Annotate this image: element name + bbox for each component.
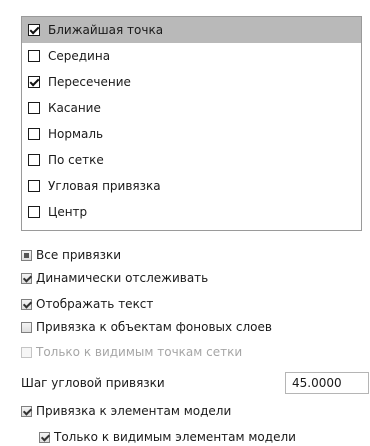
checkbox-intersection[interactable]: [28, 76, 40, 88]
background-layers-label: Привязка к объектам фоновых слоев: [36, 320, 272, 334]
list-item-label: Касание: [48, 101, 101, 115]
list-item-label: По сетке: [48, 153, 104, 167]
list-item-angle-snap[interactable]: Угловая привязка: [22, 173, 361, 199]
checkbox-center[interactable]: [28, 206, 40, 218]
visible-model-only-checkbox[interactable]: [39, 431, 50, 443]
all-snaps-option[interactable]: Все привязки: [21, 246, 121, 264]
snap-types-list[interactable]: Ближайшая точка Середина Пересечение Кас…: [21, 16, 362, 231]
list-item-tangent[interactable]: Касание: [22, 95, 361, 121]
background-layers-checkbox[interactable]: [21, 321, 32, 333]
list-item-intersection[interactable]: Пересечение: [22, 69, 361, 95]
checkbox-midpoint[interactable]: [28, 50, 40, 62]
show-text-checkbox[interactable]: [21, 298, 32, 310]
list-item-partial-next[interactable]: [22, 225, 361, 230]
angle-step-input[interactable]: [285, 372, 369, 394]
checkbox-tangent[interactable]: [28, 102, 40, 114]
list-item-center[interactable]: Центр: [22, 199, 361, 225]
all-snaps-checkbox[interactable]: [21, 249, 32, 261]
visible-model-only-option[interactable]: Только к видимым элементам модели: [39, 428, 296, 446]
list-item-label: Середина: [48, 49, 111, 63]
list-item-normal[interactable]: Нормаль: [22, 121, 361, 147]
angle-step-label: Шаг угловой привязки: [21, 376, 165, 390]
list-item-label: Нормаль: [48, 127, 104, 141]
dynamic-tracking-label: Динамически отслеживать: [36, 271, 209, 285]
show-text-option[interactable]: Отображать текст: [21, 295, 153, 313]
checkbox-normal[interactable]: [28, 128, 40, 140]
dynamic-tracking-option[interactable]: Динамически отслеживать: [21, 269, 208, 287]
show-text-label: Отображать текст: [36, 297, 154, 311]
visible-grid-only-checkbox: [21, 346, 32, 358]
visible-model-only-label: Только к видимым элементам модели: [54, 430, 296, 444]
list-item-nearest-point[interactable]: Ближайшая точка: [22, 17, 361, 43]
model-elements-checkbox[interactable]: [21, 405, 32, 417]
list-item-midpoint[interactable]: Середина: [22, 43, 361, 69]
checkbox-angle-snap[interactable]: [28, 180, 40, 192]
dynamic-tracking-checkbox[interactable]: [21, 272, 32, 284]
checkbox-grid[interactable]: [28, 154, 40, 166]
list-item-label: Угловая привязка: [48, 179, 161, 193]
background-layers-option[interactable]: Привязка к объектам фоновых слоев: [21, 318, 272, 336]
all-snaps-label: Все привязки: [36, 248, 122, 262]
model-elements-option[interactable]: Привязка к элементам модели: [21, 402, 231, 420]
list-item-grid[interactable]: По сетке: [22, 147, 361, 173]
list-item-label: Центр: [48, 205, 88, 219]
checkbox-nearest-point[interactable]: [28, 24, 40, 36]
visible-grid-only-option: Только к видимым точкам сетки: [21, 343, 242, 361]
visible-grid-only-label: Только к видимым точкам сетки: [36, 345, 243, 359]
list-item-label: Ближайшая точка: [48, 23, 164, 37]
model-elements-label: Привязка к элементам модели: [36, 404, 232, 418]
list-item-label: Пересечение: [48, 75, 131, 89]
